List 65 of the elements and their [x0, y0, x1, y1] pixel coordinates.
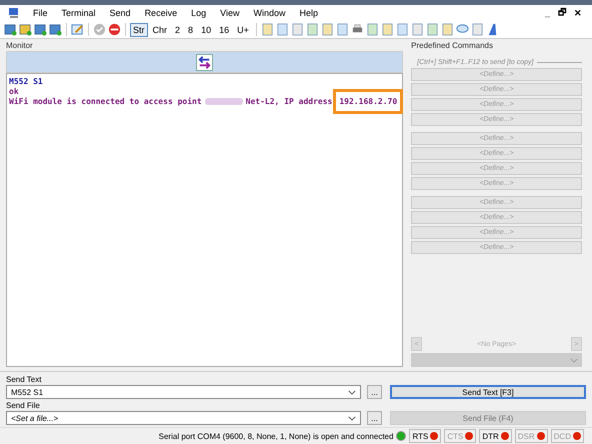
panel-title: Monitor	[6, 41, 34, 51]
document-icon[interactable]	[410, 23, 424, 36]
signal-led	[465, 432, 474, 440]
document-icon[interactable]	[320, 23, 334, 36]
format-button[interactable]: Str	[130, 22, 148, 36]
edit-icon[interactable]	[71, 23, 84, 36]
document-icon[interactable]	[366, 23, 379, 36]
format-button[interactable]: 8	[185, 22, 196, 36]
menu-item[interactable]: Receive	[138, 8, 184, 18]
menu-item[interactable]: Terminal	[54, 8, 103, 18]
window-control[interactable]: ✕	[570, 8, 586, 18]
format-button[interactable]: 10	[198, 22, 214, 36]
menu-item[interactable]: Send	[102, 8, 138, 18]
document-icon[interactable]	[470, 23, 484, 36]
document-icon[interactable]	[440, 23, 454, 36]
signal-led	[536, 432, 545, 440]
panel-title: Predefined Commands	[411, 41, 494, 51]
format-button[interactable]: 2	[172, 22, 184, 36]
signal-label: DCD	[554, 432, 571, 440]
stop-icon[interactable]	[108, 23, 121, 36]
chevron-down-icon	[348, 390, 356, 394]
browse-button[interactable]: ...	[367, 385, 382, 399]
folder-icon[interactable]	[19, 23, 32, 36]
window-control[interactable]: 🗗	[554, 5, 570, 21]
document-icon[interactable]	[276, 23, 289, 36]
document-icon[interactable]	[290, 23, 304, 36]
document-icon[interactable]	[396, 23, 409, 36]
app-icon	[8, 7, 20, 19]
redaction-blur	[204, 98, 243, 104]
chevron-down-icon	[570, 358, 578, 362]
terminal-line: M552 S1	[9, 76, 43, 86]
document-icon[interactable]	[336, 23, 349, 36]
format-button[interactable]: U+	[234, 22, 252, 36]
signal-label: DSR	[518, 432, 535, 440]
terminal-line: WiFi module is connected to access point	[9, 96, 202, 106]
connect-icon[interactable]	[93, 23, 106, 36]
menu-item[interactable]: View	[213, 8, 246, 18]
chevron-down-icon	[348, 416, 356, 420]
window-control[interactable]: _	[540, 8, 554, 18]
new-window-icon[interactable]	[4, 23, 17, 36]
signal-label: CTS	[447, 432, 464, 440]
format-button[interactable]: Chr	[150, 22, 170, 36]
document-icon[interactable]	[426, 23, 439, 36]
menu-item[interactable]: Help	[292, 8, 325, 18]
signal-led	[573, 432, 581, 440]
send-text-button[interactable]: Send Text [F3]	[390, 385, 586, 399]
menu-item[interactable]: File	[26, 8, 55, 18]
highlighted-ip-address: 192.168.2.70	[336, 92, 400, 110]
menu-item[interactable]: Log	[184, 8, 214, 18]
swap-arrows-icon[interactable]	[196, 54, 214, 70]
signal-led	[430, 432, 438, 440]
document-icon[interactable]	[380, 23, 394, 36]
document-icon[interactable]	[306, 23, 319, 36]
terminal-line: Net-L2, IP address	[246, 96, 332, 106]
document-icon[interactable]	[260, 23, 274, 36]
section-title: Send Text	[6, 375, 42, 385]
menu-item[interactable]: Window	[246, 8, 292, 18]
section-title: Send File	[6, 401, 41, 411]
signal-label: RTS	[412, 432, 428, 440]
status-message: Serial port COM4 (9600, 8, None, 1, None) is open and connected	[158, 432, 394, 440]
send-text-field[interactable]: M552 S1	[6, 385, 361, 399]
format-button[interactable]: 16	[216, 22, 232, 36]
terminal-line: ok	[9, 86, 19, 96]
signal-led	[500, 432, 509, 440]
signal-label: DTR	[482, 432, 499, 440]
